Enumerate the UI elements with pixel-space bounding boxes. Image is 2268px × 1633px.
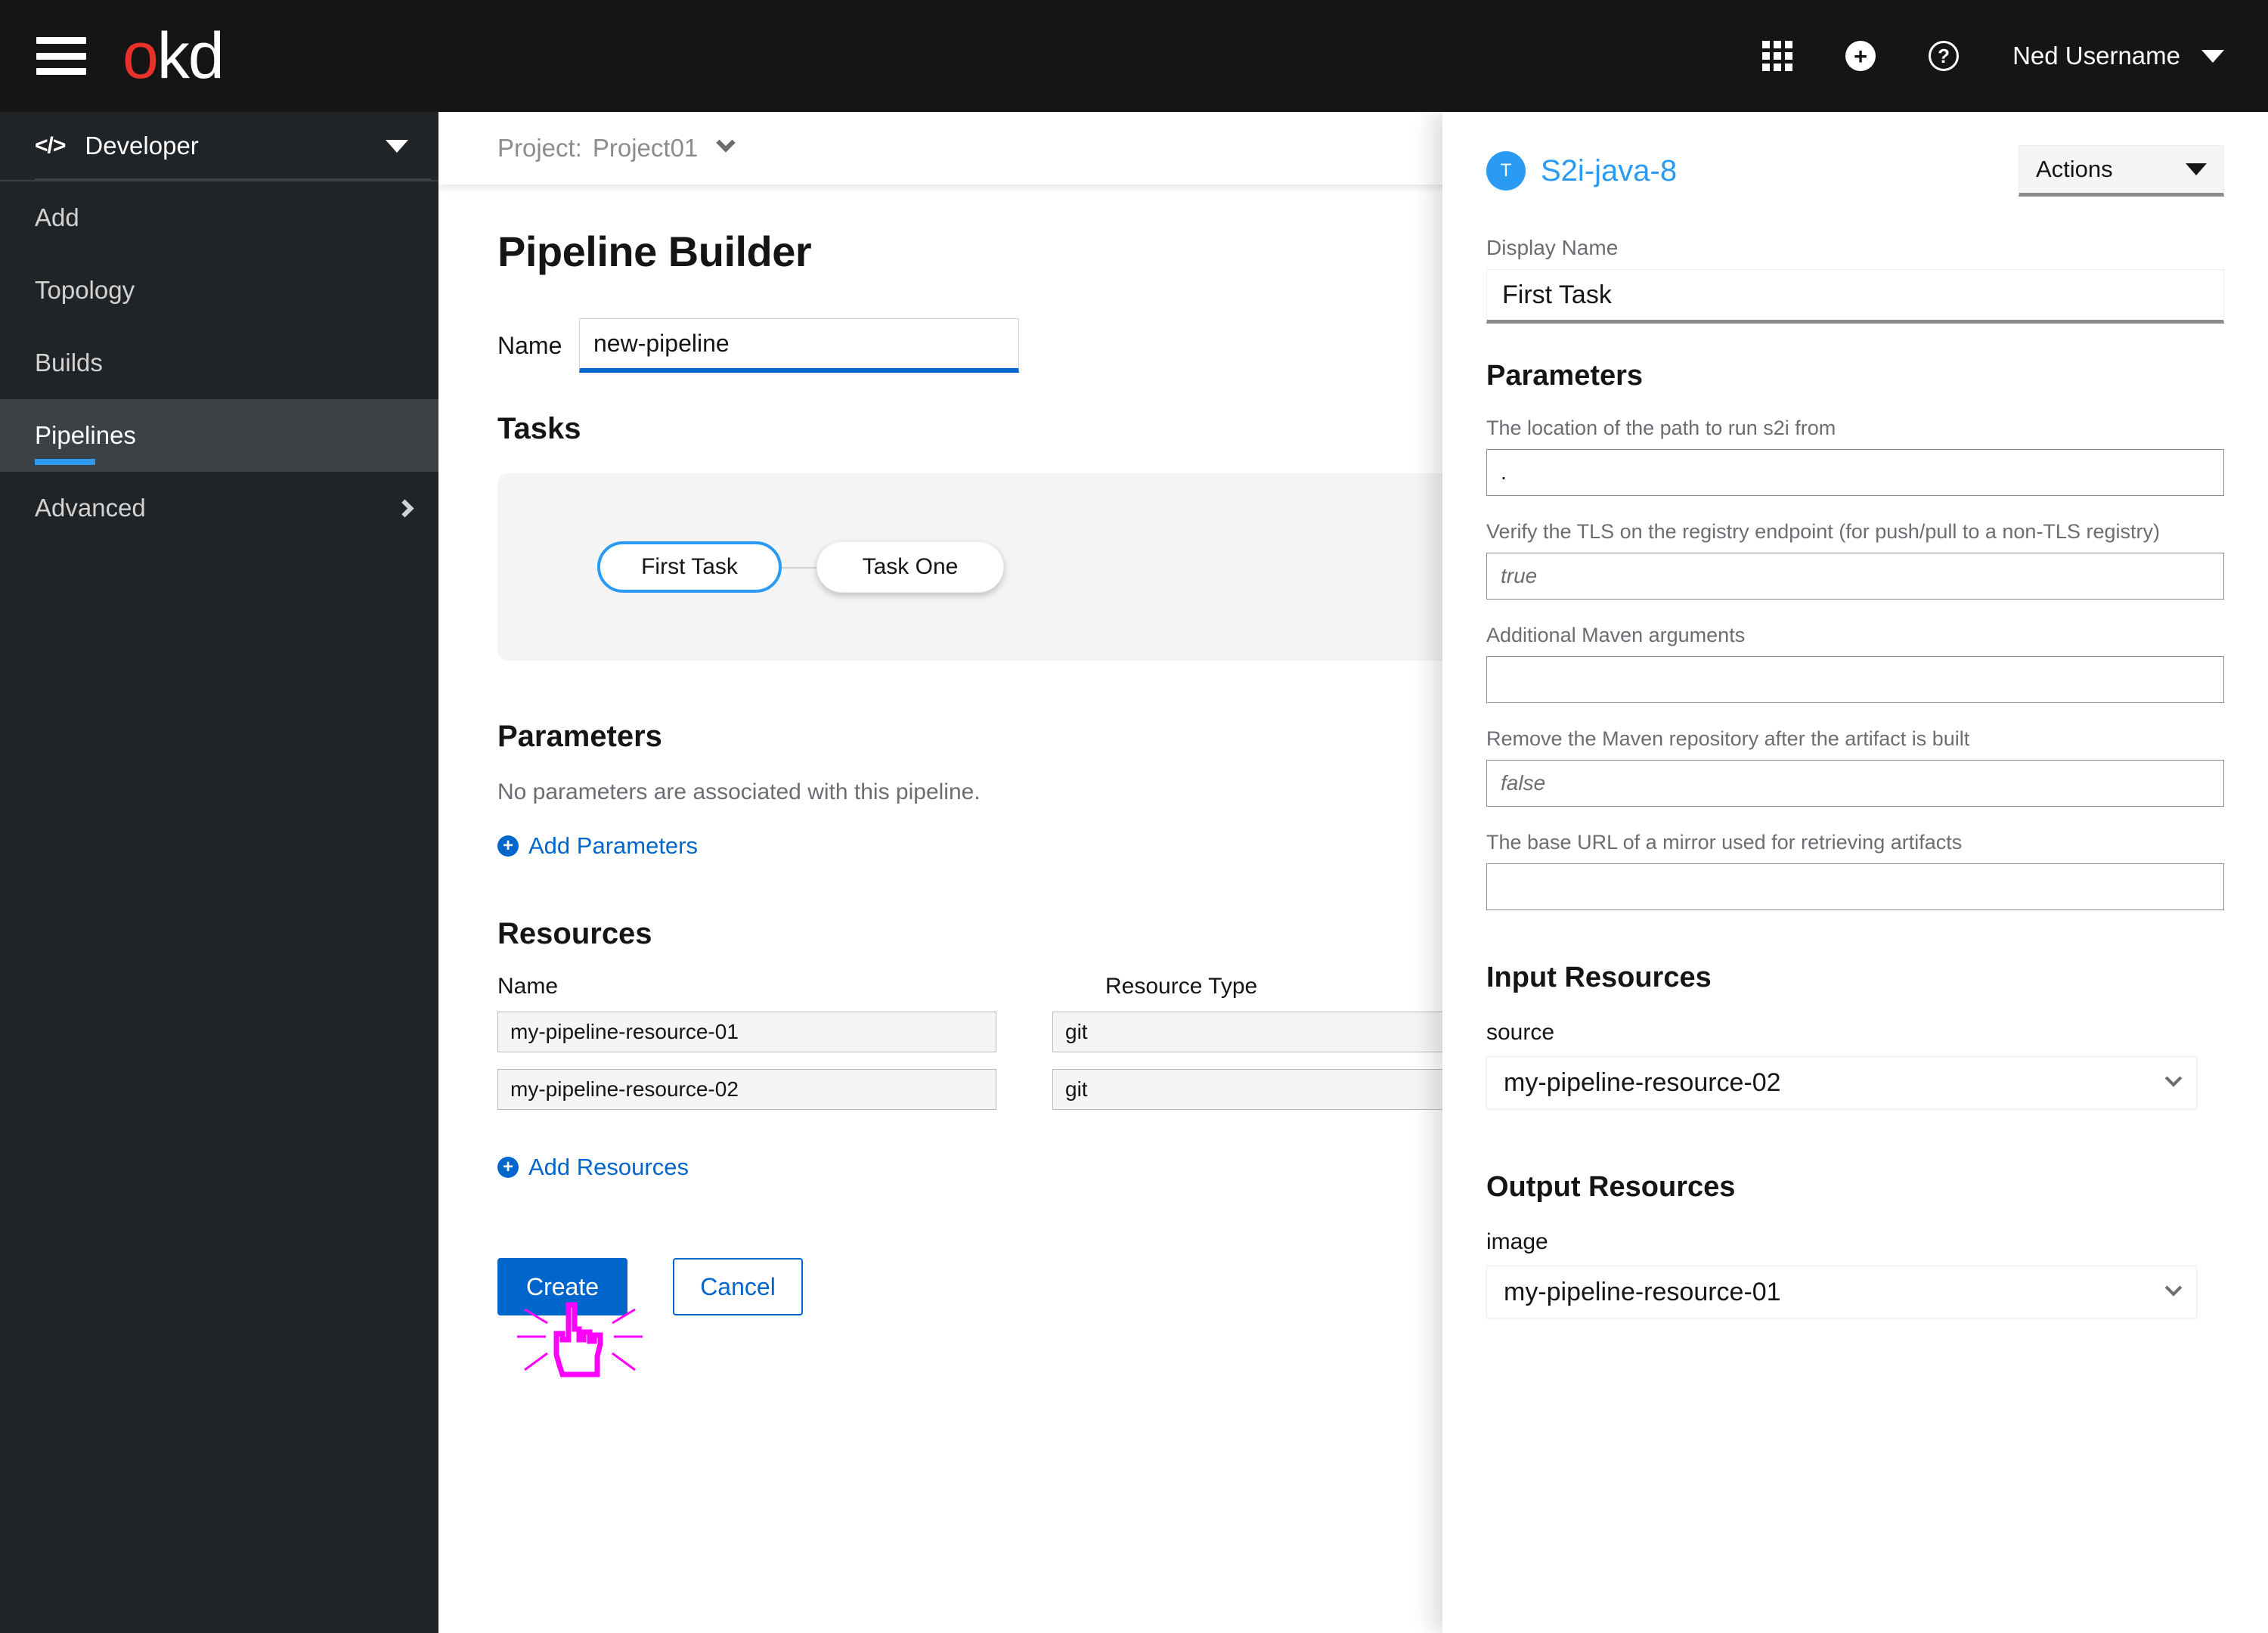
resource-name-input[interactable]: my-pipeline-resource-02 (497, 1069, 996, 1110)
display-name-input[interactable]: First Task (1486, 269, 2224, 324)
question-circle-icon[interactable]: ? (1902, 14, 1985, 98)
pipeline-name-label: Name (497, 331, 562, 359)
plus-circle-icon: + (497, 1157, 519, 1178)
input-resource-selected-value: my-pipeline-resource-02 (1504, 1067, 1781, 1097)
add-resources-button[interactable]: + Add Resources (497, 1154, 689, 1181)
resource-type-input[interactable]: git (1052, 1069, 1476, 1110)
resource-type-input[interactable]: git (1052, 1012, 1476, 1052)
param-label: Verify the TLS on the registry endpoint … (1486, 520, 2160, 543)
param-field: Remove the Maven repository after the ar… (1486, 727, 2224, 807)
plus-circle-icon[interactable]: + (1819, 14, 1902, 98)
sidebar-item-label: Builds (35, 349, 103, 376)
sidebar-item-label: Add (35, 203, 79, 231)
task-node-first-task[interactable]: First Task (597, 541, 782, 593)
question-glyph: ? (1929, 41, 1960, 71)
param-field: Additional Maven arguments (1486, 624, 2224, 703)
sidebar-item-pipelines[interactable]: Pipelines (0, 399, 438, 472)
okd-console-page: okd + ? Ned Username </> Developer Add (0, 0, 2268, 1633)
param-input-mirror-url[interactable] (1486, 863, 2224, 910)
column-header-name: Name (497, 974, 559, 999)
actions-dropdown[interactable]: Actions (2019, 145, 2224, 197)
drawer-task-link[interactable]: S2i-java-8 (1541, 154, 1677, 188)
click-pointer-cursor-icon (517, 1302, 643, 1377)
apps-grid-icon[interactable] (1736, 14, 1819, 98)
project-name: Project01 (592, 134, 699, 162)
caret-down-icon (2186, 163, 2207, 175)
add-parameters-label: Add Parameters (528, 832, 698, 859)
drawer-parameters-title: Parameters (1486, 360, 1644, 392)
input-resource-label: source (1486, 1020, 1555, 1045)
param-field: Verify the TLS on the registry endpoint … (1486, 520, 2224, 600)
add-parameters-button[interactable]: + Add Parameters (497, 832, 698, 860)
sidebar: </> Developer Add Topology Builds Pipeli… (0, 112, 438, 1633)
sidebar-item-label: Topology (35, 276, 135, 304)
sidebar-item-builds[interactable]: Builds (0, 327, 438, 399)
input-resources-title: Input Resources (1486, 962, 1712, 993)
param-input-maven-args[interactable] (1486, 656, 2224, 703)
chevron-down-icon (2164, 1070, 2183, 1087)
code-icon: </> (35, 133, 66, 158)
param-label: Remove the Maven repository after the ar… (1486, 727, 1970, 750)
chevron-down-icon (2164, 1279, 2183, 1297)
task-connector-line (782, 567, 816, 569)
sidebar-item-topology[interactable]: Topology (0, 254, 438, 327)
username-label[interactable]: Ned Username (2012, 42, 2180, 70)
caret-down-icon (386, 139, 408, 153)
actions-dropdown-label: Actions (2036, 156, 2113, 182)
logo-o-text: o (122, 20, 159, 92)
plus-glyph: + (1845, 41, 1876, 71)
resource-name-input[interactable]: my-pipeline-resource-01 (497, 1012, 996, 1052)
add-resources-label: Add Resources (528, 1154, 689, 1180)
param-input-remove-maven-repo[interactable]: false (1486, 760, 2224, 807)
chevron-right-icon (395, 498, 414, 518)
masthead-toolbar: + ? Ned Username (1736, 14, 2230, 98)
task-sidebar-drawer: T S2i-java-8 Actions Display Name First … (1442, 112, 2268, 1633)
param-input-tls-verify[interactable]: true (1486, 553, 2224, 600)
project-label: Project: (497, 134, 582, 162)
perspective-switcher[interactable]: </> Developer (0, 112, 438, 181)
param-label: Additional Maven arguments (1486, 624, 1746, 646)
param-field: The location of the path to run s2i from… (1486, 417, 2224, 496)
task-badge-icon: T (1486, 151, 1526, 191)
cancel-button[interactable]: Cancel (673, 1258, 803, 1315)
param-label: The location of the path to run s2i from (1486, 417, 1836, 439)
output-resource-selected-value: my-pipeline-resource-01 (1504, 1277, 1781, 1306)
sidebar-item-add[interactable]: Add (0, 181, 438, 254)
sidebar-item-label: Advanced (35, 494, 146, 522)
param-input-s2i-path[interactable]: . (1486, 449, 2224, 496)
sidebar-item-advanced[interactable]: Advanced (0, 472, 438, 544)
output-resource-label: image (1486, 1229, 1548, 1254)
pipeline-name-input[interactable] (579, 318, 1019, 373)
masthead: o kd + ? Ned Username (0, 0, 2268, 112)
perspective-label: Developer (85, 132, 199, 160)
param-field: The base URL of a mirror used for retrie… (1486, 831, 2224, 910)
input-resource-select[interactable]: my-pipeline-resource-02 (1486, 1056, 2197, 1109)
param-label: The base URL of a mirror used for retrie… (1486, 831, 1963, 854)
drawer-header: T S2i-java-8 Actions (1486, 145, 2224, 197)
logo-kd-text: kd (156, 20, 225, 92)
output-resources-title: Output Resources (1486, 1171, 1736, 1203)
okd-logo[interactable]: o kd (122, 20, 225, 92)
chevron-down-icon (716, 133, 736, 153)
sidebar-item-label: Pipelines (35, 421, 136, 465)
plus-circle-icon: + (497, 835, 519, 857)
hamburger-icon[interactable] (36, 37, 86, 75)
task-node-task-one[interactable]: Task One (816, 541, 1004, 593)
caret-down-icon[interactable] (2201, 49, 2224, 63)
output-resource-select[interactable]: my-pipeline-resource-01 (1486, 1266, 2197, 1318)
display-name-label: Display Name (1486, 236, 1619, 259)
